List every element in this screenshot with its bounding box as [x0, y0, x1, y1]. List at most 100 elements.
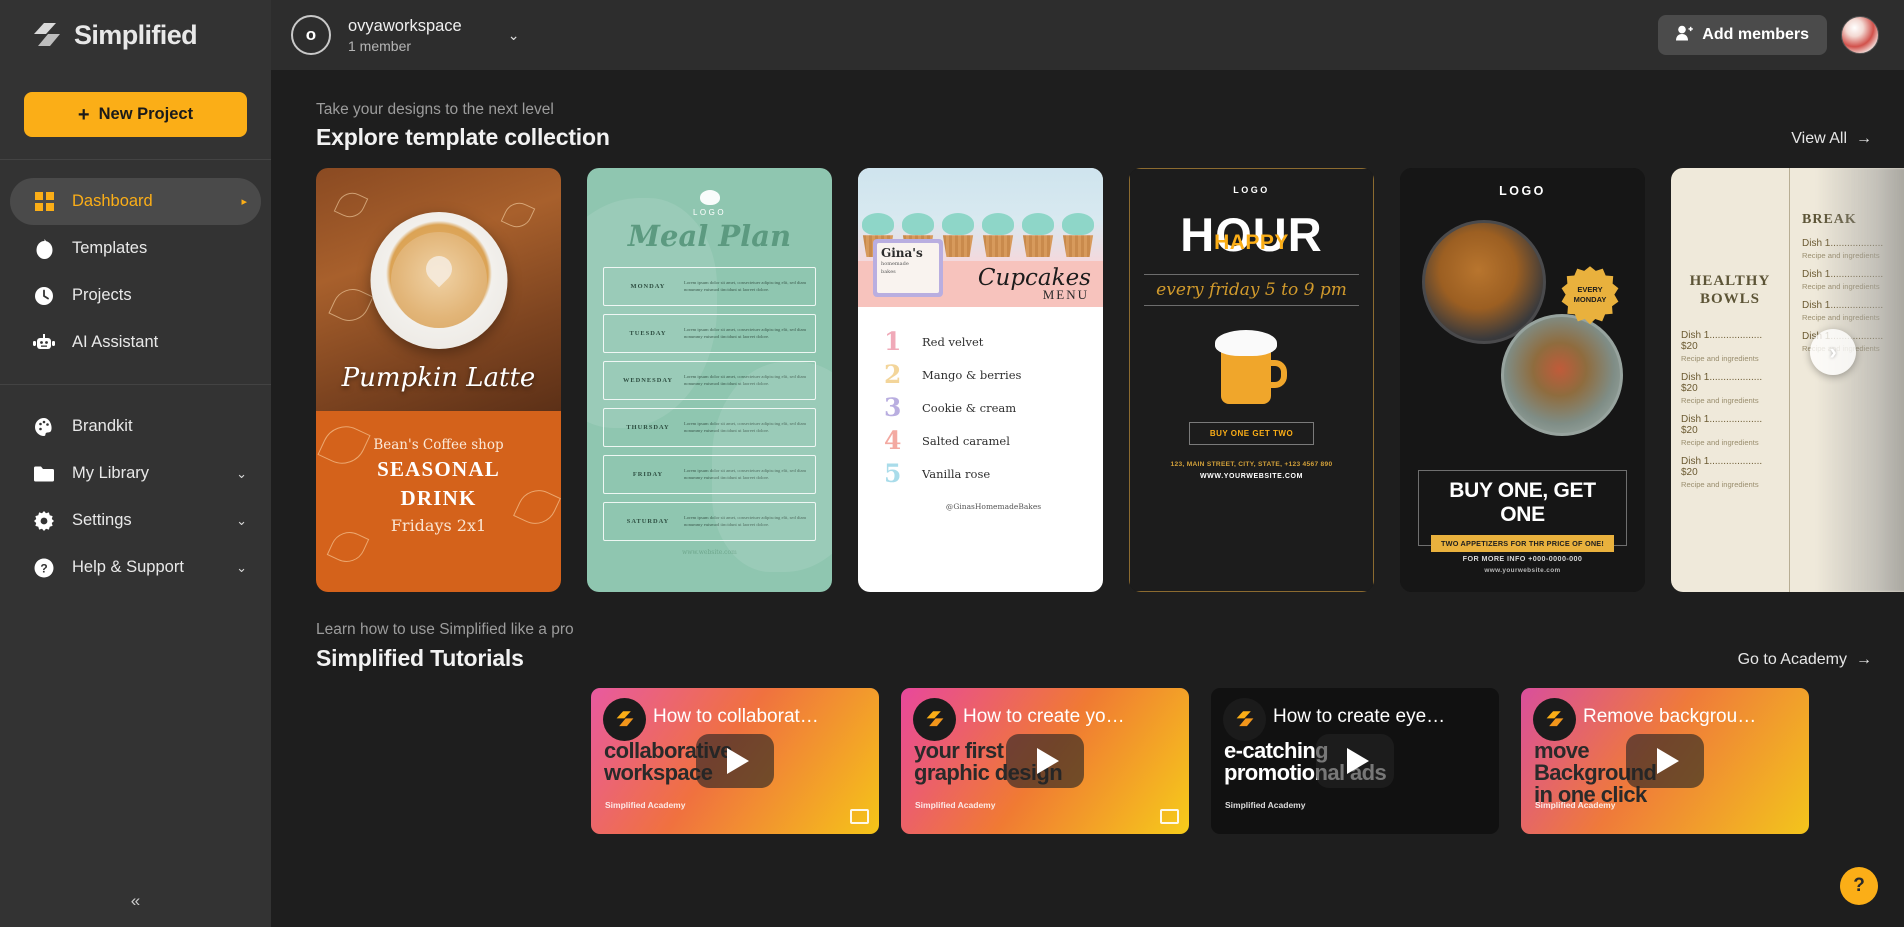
new-project-button[interactable]: + New Project — [24, 92, 247, 137]
template-card-meal-plan[interactable]: LOGO Meal Plan MONDAY Lorem ipsum dolor s… — [587, 168, 832, 593]
sidebar-item-label: Projects — [72, 286, 132, 304]
template-carousel: Pumpkin Latte Bean's Coffee shop SEASONA… — [271, 151, 1904, 593]
template-card-buy-one-get-one[interactable]: LOGO EVERY MONDAY BUY ONE, GET ONE TWO AP… — [1400, 168, 1645, 593]
badge-line1: EVERY — [1577, 285, 1603, 295]
overlay-line1: your first — [914, 737, 1004, 763]
tutorials-titles: Learn how to use Simplified like a pro S… — [316, 618, 1738, 671]
chevron-down-icon: ⌄ — [236, 560, 247, 575]
sidebar-item-settings[interactable]: Settings ⌄ — [10, 497, 261, 544]
happy-hour-title-group: HOUR HAPPY — [1144, 211, 1359, 258]
sidebar-item-label: Brandkit — [72, 417, 133, 435]
dish-row: Dish 1................... $20 — [1681, 456, 1779, 478]
bogo-subline: TWO APPETIZERS FOR THR PRICE OF ONE! — [1431, 535, 1614, 553]
tutorial-title: How to create eye… — [1273, 705, 1446, 727]
sidebar-item-ai-assistant[interactable]: AI Assistant — [10, 319, 261, 366]
workspace-switcher-chevron-down-icon[interactable]: ⌄ — [508, 27, 520, 44]
dish-row: Dish 1................... $20 — [1681, 372, 1779, 394]
sidebar-item-my-library[interactable]: My Library ⌄ — [10, 450, 261, 497]
template-card-happy-hour[interactable]: LOGO HOUR HAPPY every friday 5 to 9 pm B… — [1129, 168, 1374, 593]
dish-desc: Recipe and ingredients — [1681, 438, 1759, 447]
happy-hour-website: WWW.YOURWEBSITE.COM — [1199, 472, 1304, 480]
dish-desc: Recipe and ingredients — [1681, 480, 1759, 489]
badge-line2: MONDAY — [1573, 295, 1607, 305]
add-members-button[interactable]: Add members — [1658, 15, 1827, 55]
chevron-down-icon: ⌄ — [236, 513, 247, 528]
templates-icon — [32, 237, 56, 261]
view-all-templates-link[interactable]: View All → — [1791, 130, 1872, 151]
simplified-logo-icon — [30, 18, 64, 52]
sidebar-item-dashboard[interactable]: Dashboard ▸ — [10, 178, 261, 225]
play-button-icon[interactable] — [1626, 733, 1704, 788]
flavor-name: Vanilla rose — [922, 466, 991, 481]
sidebar-item-projects[interactable]: Projects — [10, 272, 261, 319]
go-to-academy-label: Go to Academy — [1737, 650, 1847, 668]
sidebar-item-label: My Library — [72, 464, 150, 482]
meal-plan-text: Lorem ipsum dolor sit amet, consectetuer… — [684, 326, 807, 339]
new-project-label: New Project — [98, 105, 194, 123]
template-card-cupcakes-menu[interactable]: Gina's homemade bakes Cupcakes MENU 1 Red… — [858, 168, 1103, 593]
image-icon — [850, 808, 869, 824]
cupcakes-body: Gina's homemade bakes Cupcakes MENU 1 Red… — [858, 168, 1103, 593]
carousel-next-button[interactable]: › — [1810, 329, 1856, 376]
tutorial-card-promotional-ads[interactable]: e-catching promotional ads Simplified Ac… — [1211, 687, 1499, 834]
bogo-website: www.yourwebsite.com — [1484, 567, 1561, 575]
flavor-number: 5 — [884, 459, 902, 489]
flavor-number: 2 — [884, 360, 902, 390]
chevron-down-icon: ⌄ — [236, 466, 247, 481]
list-item: 1 Red velvet — [884, 325, 1103, 358]
main-area: o ovyaworkspace 1 member ⌄ Add members T… — [271, 0, 1904, 927]
happy-hour-logo-label: LOGO — [1233, 185, 1270, 196]
tutorial-academy-label: Simplified Academy — [915, 799, 996, 810]
arrow-right-icon: → — [1856, 130, 1872, 148]
dish-desc: Recipe and ingredients — [1681, 354, 1759, 363]
bogo-info-block: FOR MORE INFO +000-0000-000 www.yourwebs… — [1400, 554, 1645, 574]
cupcakes-handle: @GinasHomemadeBakes — [945, 502, 1042, 512]
happy-hour-accent-word: HAPPY — [1214, 231, 1289, 255]
templates-section-header: Take your designs to the next level Expl… — [271, 70, 1904, 151]
folder-icon — [32, 462, 56, 486]
dashboard-content: Take your designs to the next level Expl… — [271, 70, 1904, 927]
simplified-logo-icon — [913, 697, 956, 741]
meal-plan-logo-icon — [699, 190, 720, 206]
happy-hour-cta: BUY ONE GET TWO — [1189, 421, 1314, 445]
overlay-line1: move — [1534, 737, 1590, 763]
tutorials-section-header: Learn how to use Simplified like a pro S… — [271, 592, 1904, 671]
tutorials-eyebrow: Learn how to use Simplified like a pro — [316, 621, 574, 639]
brand-logo[interactable]: Simplified — [0, 0, 271, 70]
tutorial-card-collaborative-workspace[interactable]: collaborative workspace Simplified Acade… — [591, 687, 879, 834]
pumpkin-latte-footer: Bean's Coffee shop SEASONAL DRINK Friday… — [316, 411, 561, 593]
meal-plan-day: WEDNESDAY — [623, 377, 673, 385]
cupcakes-brand-line2: homemade — [881, 261, 909, 268]
list-item: 4 Salted caramel — [884, 424, 1103, 457]
sidebar-item-label: Help & Support — [72, 558, 184, 576]
sidebar-item-brandkit[interactable]: Brandkit — [10, 403, 261, 450]
overlay-line1: e-catching — [1224, 737, 1329, 763]
sidebar-item-templates[interactable]: Templates — [10, 225, 261, 272]
meal-plan-row: MONDAY Lorem ipsum dolor sit amet, consec… — [603, 267, 816, 307]
help-fab-button[interactable]: ? — [1840, 867, 1878, 905]
go-to-academy-link[interactable]: Go to Academy → — [1738, 651, 1872, 672]
dish-desc: Recipe and ingredients — [1681, 396, 1759, 405]
heading-line2: BOWLS — [1699, 291, 1761, 308]
user-avatar[interactable] — [1841, 16, 1879, 54]
add-person-icon — [1676, 25, 1694, 46]
chevron-right-icon: › — [1829, 339, 1837, 365]
template-carousel-track: Pumpkin Latte Bean's Coffee shop SEASONA… — [316, 168, 1904, 593]
collapse-sidebar-button[interactable]: « — [0, 875, 271, 927]
play-button-icon[interactable] — [1316, 733, 1394, 788]
cupcakes-brand-logo: Gina's homemade bakes — [873, 239, 943, 298]
tutorial-title: How to create yo… — [963, 705, 1125, 727]
tutorial-card-remove-background[interactable]: move Background in one click Simplified … — [1521, 687, 1809, 834]
sidebar-item-help-support[interactable]: ? Help & Support ⌄ — [10, 544, 261, 591]
play-button-icon[interactable] — [1006, 733, 1084, 788]
template-card-healthy-bowls-menu[interactable]: HEALTHY BOWLS Dish 1................... … — [1671, 168, 1904, 593]
tutorial-academy-label: Simplified Academy — [605, 799, 686, 810]
templates-title: Explore template collection — [316, 124, 610, 151]
template-card-pumpkin-latte[interactable]: Pumpkin Latte Bean's Coffee shop SEASONA… — [316, 168, 561, 593]
cupcakes-title-band: Gina's homemade bakes Cupcakes MENU — [858, 239, 1103, 308]
simplified-logo-icon — [603, 697, 646, 741]
sidebar-secondary-nav: Brandkit My Library ⌄ Settings ⌄ ? Help … — [0, 385, 271, 609]
workspace-name: ovyaworkspace — [348, 16, 462, 35]
play-button-icon[interactable] — [696, 733, 774, 788]
tutorial-card-first-graphic-design[interactable]: your first graphic design Simplified Aca… — [901, 687, 1189, 834]
